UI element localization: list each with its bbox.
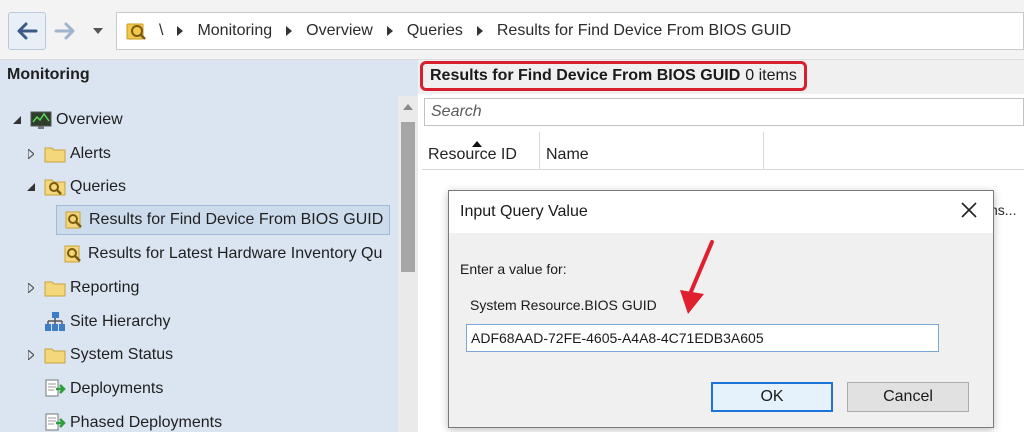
collapsed-chevron-icon[interactable] — [24, 283, 38, 293]
column-label: Name — [546, 146, 589, 163]
dialog-titlebar: Input Query Value — [449, 191, 993, 233]
dialog-prompt: Enter a value for: — [460, 261, 567, 277]
folder-icon — [44, 277, 66, 299]
forward-button[interactable] — [46, 12, 84, 50]
tree-item-deployments[interactable]: Deployments — [44, 374, 163, 404]
deployments-icon — [44, 412, 66, 432]
tree-item-overview[interactable]: Overview — [10, 105, 123, 135]
ok-button[interactable]: OK — [711, 382, 833, 412]
annotation-arrow-icon — [680, 240, 714, 314]
navigation-tree: Overview Alerts Queries Results for Find… — [0, 100, 398, 432]
breadcrumb-item-results[interactable]: Results for Find Device From BIOS GUID — [497, 22, 791, 40]
input-query-value-dialog: Input Query Value Enter a value for: Sys… — [448, 190, 994, 428]
back-button[interactable] — [8, 12, 46, 50]
tree-item-label: Alerts — [70, 145, 111, 162]
deployments-icon — [44, 378, 66, 400]
navigation-pane: Monitoring Overview Alerts Queries Resul… — [0, 60, 418, 432]
tree-item-results-find-device[interactable]: Results for Find Device From BIOS GUID — [56, 205, 390, 235]
breadcrumb-separator-icon[interactable] — [386, 26, 393, 36]
breadcrumb-item-overview[interactable]: Overview — [306, 22, 373, 40]
tree-item-reporting[interactable]: Reporting — [24, 273, 139, 303]
overview-monitor-icon — [30, 109, 52, 131]
query-result-icon — [63, 209, 85, 231]
scroll-up-icon[interactable] — [398, 96, 418, 118]
expanded-chevron-icon[interactable] — [10, 116, 24, 124]
expanded-chevron-icon[interactable] — [24, 183, 38, 191]
back-arrow-icon — [16, 22, 38, 40]
tree-item-label: Reporting — [70, 279, 140, 296]
collapsed-chevron-icon[interactable] — [24, 149, 38, 159]
folder-icon — [44, 143, 66, 165]
results-title: Results for Find Device From BIOS GUID — [430, 67, 741, 84]
queries-folder-icon — [44, 176, 66, 198]
bios-guid-input[interactable] — [466, 324, 939, 352]
tree-item-label: Phased Deployments — [70, 414, 223, 431]
site-hierarchy-icon — [44, 311, 66, 333]
close-icon — [961, 201, 977, 223]
history-dropdown-button[interactable] — [88, 12, 108, 50]
forward-arrow-icon — [54, 22, 76, 40]
tree-item-site-hierarchy[interactable]: Site Hierarchy — [44, 307, 170, 337]
nav-scrollbar[interactable] — [398, 96, 418, 432]
breadcrumb-separator-icon[interactable] — [476, 26, 483, 36]
search-input[interactable] — [431, 103, 1023, 121]
scrollbar-thumb[interactable] — [401, 122, 415, 272]
breadcrumb-item-queries[interactable]: Queries — [407, 22, 463, 40]
cancel-button[interactable]: Cancel — [847, 382, 969, 412]
tree-item-label: Results for Find Device From BIOS GUID — [89, 211, 384, 228]
tree-item-phased-deployments[interactable]: Phased Deployments — [44, 408, 222, 432]
query-result-icon — [62, 243, 84, 265]
tree-item-queries[interactable]: Queries — [24, 172, 126, 202]
dialog-close-button[interactable] — [951, 195, 987, 229]
address-toolbar: \ Monitoring Overview Queries Results fo… — [0, 0, 1024, 60]
tree-item-label: Overview — [56, 111, 123, 128]
results-item-count: 0 items — [745, 67, 797, 84]
bios-guid-field-label: System Resource.BIOS GUID — [470, 297, 657, 313]
search-box[interactable] — [424, 98, 1024, 126]
tree-item-label: Deployments — [70, 380, 164, 397]
collapsed-chevron-icon[interactable] — [24, 350, 38, 360]
results-header: Results for Find Device From BIOS GUID 0… — [418, 60, 1024, 94]
results-title-highlight: Results for Find Device From BIOS GUID 0… — [420, 61, 807, 91]
tree-item-label: Results for Latest Hardware Inventory Qu — [88, 245, 383, 262]
results-grid-header: Resource ID Name — [422, 132, 1024, 170]
tree-item-label: Site Hierarchy — [70, 313, 171, 330]
tree-item-label: Queries — [70, 178, 127, 195]
nav-pane-title: Monitoring — [7, 66, 90, 83]
column-header-name[interactable]: Name — [540, 132, 764, 170]
breadcrumb[interactable]: \ Monitoring Overview Queries Results fo… — [116, 12, 1024, 50]
breadcrumb-item-monitoring[interactable]: Monitoring — [197, 22, 272, 40]
breadcrumb-item-root[interactable]: \ — [159, 22, 163, 40]
tree-item-results-latest-hw-inventory[interactable]: Results for Latest Hardware Inventory Qu — [62, 239, 382, 269]
console-root-icon — [123, 18, 149, 44]
sort-ascending-icon — [472, 134, 482, 152]
chevron-down-icon — [93, 28, 103, 34]
column-header-resource-id[interactable]: Resource ID — [422, 132, 540, 170]
folder-icon — [44, 344, 66, 366]
tree-item-label: System Status — [70, 346, 174, 363]
breadcrumb-separator-icon[interactable] — [177, 26, 184, 36]
tree-item-system-status[interactable]: System Status — [24, 340, 173, 370]
dialog-title: Input Query Value — [460, 203, 588, 220]
breadcrumb-separator-icon[interactable] — [286, 26, 293, 36]
tree-item-alerts[interactable]: Alerts — [24, 139, 111, 169]
